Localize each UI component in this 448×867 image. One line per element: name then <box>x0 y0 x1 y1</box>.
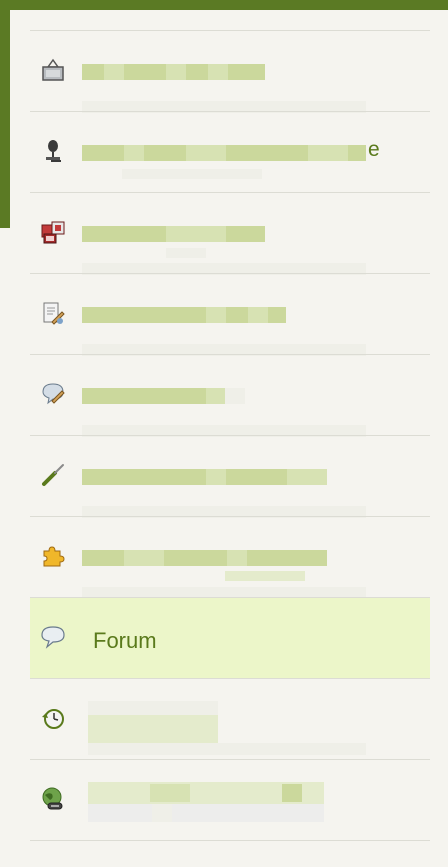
screwdriver-icon <box>40 462 66 488</box>
menu-item-forum[interactable]: Forum <box>30 597 430 678</box>
obscured-text <box>82 466 372 518</box>
chat-bubble-icon <box>40 624 66 650</box>
frame-icon <box>40 57 66 83</box>
chat-edit-icon <box>40 381 66 407</box>
menu-item-4[interactable] <box>30 273 430 356</box>
menu-item-5[interactable] <box>30 354 430 437</box>
obscured-text <box>88 701 378 761</box>
forum-label: Forum <box>93 628 157 653</box>
obscured-text <box>82 223 372 275</box>
obscured-text <box>82 385 372 437</box>
obscured-text <box>88 782 378 842</box>
obscured-text <box>82 304 372 356</box>
side-menu: e Forum <box>30 30 430 841</box>
history-clock-icon <box>40 705 66 731</box>
obscured-text <box>82 142 372 194</box>
menu-item-10[interactable] <box>30 759 430 841</box>
top-accent-bar <box>0 0 448 10</box>
globe-link-icon <box>40 786 66 812</box>
menu-item-3[interactable] <box>30 192 430 275</box>
gallery-icon <box>40 219 66 245</box>
obscured-text <box>82 547 372 599</box>
document-edit-icon <box>40 300 66 326</box>
menu-label-tail: e <box>368 138 380 161</box>
menu-item-9[interactable] <box>30 678 430 759</box>
microphone-icon <box>40 138 66 164</box>
menu-item-2[interactable]: e <box>30 111 430 192</box>
obscured-text <box>82 61 372 113</box>
left-accent-bar <box>0 0 10 228</box>
menu-item-6[interactable] <box>30 435 430 518</box>
puzzle-icon <box>40 543 66 569</box>
menu-item-7[interactable] <box>30 516 430 599</box>
menu-item-1[interactable] <box>30 30 430 113</box>
